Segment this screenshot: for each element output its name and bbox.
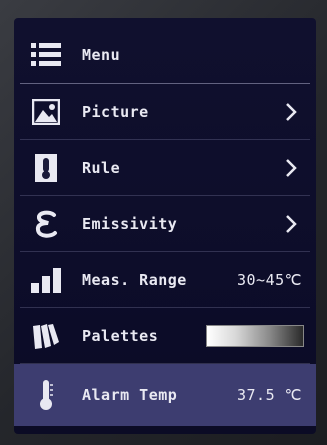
- menu-header: Menu: [14, 26, 316, 84]
- chevron-right-icon: [286, 159, 297, 177]
- menu-item-emissivity[interactable]: Emissivity: [14, 196, 316, 252]
- menu-item-palettes[interactable]: Palettes: [14, 308, 316, 364]
- thermal-camera-screen: Menu Picture Rule Emissivity Meas. Range…: [14, 18, 316, 434]
- chevron-right-icon: [286, 215, 297, 233]
- thermometer-icon: [30, 379, 62, 411]
- menu-item-picture[interactable]: Picture: [14, 84, 316, 140]
- chevron-right-icon: [286, 103, 297, 121]
- palettes-icon: [30, 320, 62, 352]
- menu-item-label: Picture: [82, 103, 149, 121]
- thermometer-rule-icon: [30, 152, 62, 184]
- picture-icon: [30, 96, 62, 128]
- menu-title: Menu: [82, 46, 121, 64]
- alarm-temp-value: 37.5 ℃: [237, 386, 302, 404]
- menu-item-label: Meas. Range: [82, 271, 187, 289]
- meas-range-value: 30~45℃: [237, 271, 302, 289]
- palette-gradient-preview: [206, 325, 304, 347]
- menu-item-meas-range[interactable]: Meas. Range 30~45℃: [14, 252, 316, 308]
- menu-item-label: Rule: [82, 159, 121, 177]
- menu-item-label: Emissivity: [82, 215, 178, 233]
- menu-item-alarm-temp[interactable]: Alarm Temp 37.5 ℃: [14, 364, 316, 426]
- menu-item-rule[interactable]: Rule: [14, 140, 316, 196]
- menu-item-label: Alarm Temp: [82, 386, 178, 404]
- menu-list-icon: [30, 39, 62, 71]
- epsilon-icon: [30, 208, 62, 240]
- bar-chart-icon: [30, 264, 62, 296]
- menu-item-label: Palettes: [82, 327, 159, 345]
